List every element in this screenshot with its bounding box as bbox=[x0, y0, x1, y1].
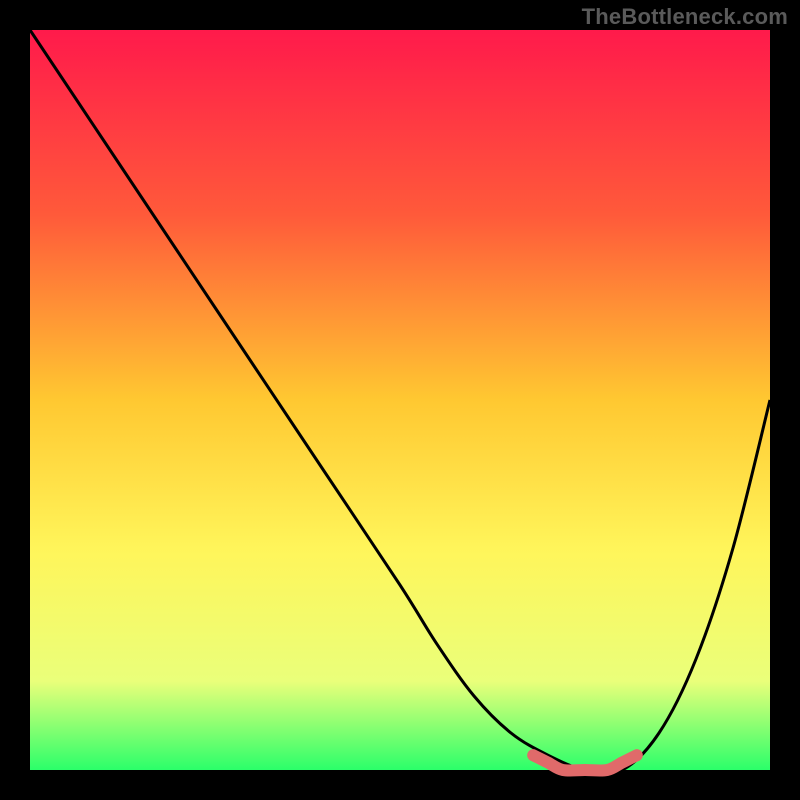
attribution-label: TheBottleneck.com bbox=[582, 4, 788, 30]
plot-background bbox=[30, 30, 770, 770]
chart-frame: TheBottleneck.com bbox=[0, 0, 800, 800]
bottleneck-chart bbox=[0, 0, 800, 800]
